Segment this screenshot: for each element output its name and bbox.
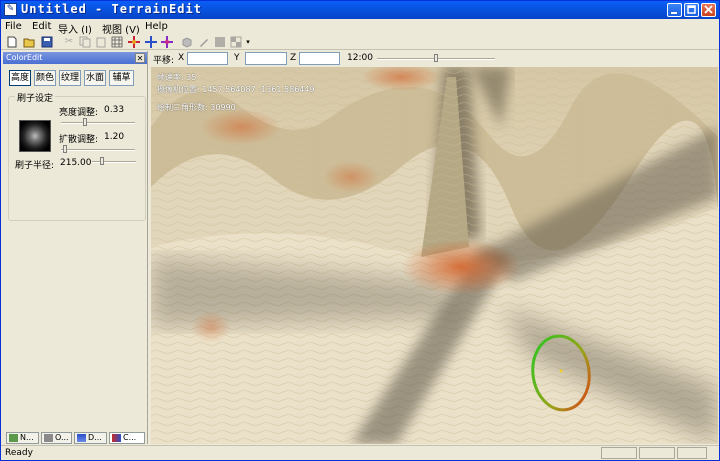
close-button[interactable] bbox=[701, 3, 716, 17]
minimize-button[interactable] bbox=[667, 3, 682, 17]
paste-icon[interactable] bbox=[95, 36, 107, 48]
brightness-value: 0.33 bbox=[104, 105, 125, 115]
hud-fps: 帧速率: 35 bbox=[157, 73, 197, 82]
dock-tab-o-label: O... bbox=[55, 433, 69, 442]
radius-slider-thumb[interactable] bbox=[99, 157, 104, 165]
app-icon: ✎ bbox=[4, 3, 17, 16]
spread-label: 扩散调整: bbox=[59, 135, 99, 145]
panel-title: ColorEdit ✕ bbox=[3, 52, 147, 64]
status-pane-2 bbox=[639, 447, 675, 459]
status-text: Ready bbox=[5, 448, 33, 458]
status-bar: Ready bbox=[1, 445, 719, 460]
time-slider-thumb[interactable] bbox=[434, 54, 438, 62]
panel-close-button[interactable]: ✕ bbox=[135, 53, 145, 63]
translate-label: 平移: bbox=[153, 56, 175, 66]
open-folder-icon[interactable] bbox=[23, 36, 35, 48]
x-input[interactable] bbox=[187, 52, 228, 65]
dock-tab-n-label: N... bbox=[20, 433, 34, 442]
maximize-icon bbox=[687, 5, 696, 14]
brush-icon[interactable] bbox=[198, 36, 210, 48]
tab-texture[interactable]: 纹理 bbox=[59, 70, 81, 86]
rotate-icon[interactable] bbox=[145, 36, 157, 48]
dock-tab-d-label: D... bbox=[88, 433, 102, 442]
time-value: 12:00 bbox=[347, 53, 373, 63]
y-label: Y bbox=[234, 53, 240, 63]
cube-icon[interactable] bbox=[181, 36, 193, 48]
dock-tab-c[interactable]: C... bbox=[109, 432, 145, 444]
dock-tab-n[interactable]: N... bbox=[6, 432, 39, 444]
brightness-slider-track[interactable] bbox=[61, 122, 135, 124]
brightness-slider-thumb[interactable] bbox=[83, 118, 88, 126]
copy-icon[interactable] bbox=[79, 36, 91, 48]
hud-triangle-count: 绘制三角形数: 30990 bbox=[157, 103, 236, 112]
z-input[interactable] bbox=[299, 52, 340, 65]
object-icon bbox=[44, 434, 53, 442]
title-bar[interactable]: ✎ Untitled - TerrainEdit bbox=[1, 1, 719, 19]
grid-icon[interactable] bbox=[111, 36, 123, 48]
tab-color[interactable]: 颜色 bbox=[34, 70, 56, 86]
dock-tab-d[interactable]: D... bbox=[74, 432, 107, 444]
radius-label: 刷子半径: bbox=[15, 161, 55, 171]
terrainedit-window: ✎ Untitled - TerrainEdit File Edit 导入 (I… bbox=[0, 0, 720, 461]
tab-grass[interactable]: 辅草 bbox=[109, 70, 134, 86]
hud-camera-position: 摄像机位置: 1457.564087 -1361.586449 bbox=[157, 85, 315, 94]
window-title: Untitled - TerrainEdit bbox=[21, 2, 202, 16]
tab-water[interactable]: 水面 bbox=[84, 70, 106, 86]
status-pane-3 bbox=[677, 447, 707, 459]
toolbar: ✂ ▾ bbox=[1, 34, 719, 50]
menu-edit[interactable]: Edit bbox=[32, 21, 51, 32]
close-icon bbox=[704, 5, 713, 14]
new-file-icon[interactable] bbox=[6, 36, 18, 48]
x-label: X bbox=[178, 53, 185, 63]
tab-height[interactable]: 高度 bbox=[9, 70, 31, 86]
dock-tab-c-label: C... bbox=[123, 433, 137, 442]
terrain-icon bbox=[77, 434, 86, 442]
checker-icon[interactable] bbox=[230, 36, 242, 48]
brush-cursor-center bbox=[559, 369, 563, 373]
dock-tab-o[interactable]: O... bbox=[41, 432, 72, 444]
brush-settings-label: 刷子设定 bbox=[15, 91, 56, 104]
dropdown-arrow-icon[interactable]: ▾ bbox=[242, 36, 254, 48]
move-icon[interactable] bbox=[128, 36, 140, 48]
spread-value: 1.20 bbox=[104, 132, 125, 142]
minimize-icon bbox=[671, 12, 677, 14]
color-icon bbox=[112, 434, 121, 442]
menu-help[interactable]: Help bbox=[145, 21, 168, 32]
panel-title-text: ColorEdit bbox=[6, 53, 43, 62]
square-icon[interactable] bbox=[214, 36, 226, 48]
z-label: Z bbox=[290, 53, 297, 63]
status-pane-1 bbox=[601, 447, 637, 459]
maximize-button[interactable] bbox=[684, 3, 699, 17]
transform-bar: 平移: X Y Z 12:00 bbox=[149, 51, 719, 66]
cut-icon[interactable]: ✂ bbox=[63, 36, 75, 48]
save-icon[interactable] bbox=[41, 36, 53, 48]
spread-slider-thumb[interactable] bbox=[62, 145, 67, 153]
terrain-render bbox=[151, 67, 718, 444]
brightness-label: 亮度调整: bbox=[59, 108, 99, 118]
radius-slider-track[interactable] bbox=[92, 161, 136, 163]
spread-slider-track[interactable] bbox=[61, 149, 135, 151]
y-input[interactable] bbox=[245, 52, 287, 65]
brush-preview bbox=[19, 120, 51, 152]
scale-icon[interactable] bbox=[161, 36, 173, 48]
menu-file[interactable]: File bbox=[5, 21, 22, 32]
radius-value: 215.00 bbox=[60, 158, 92, 168]
menu-bar: File Edit 导入 (I) 视图 (V) Help bbox=[1, 20, 719, 36]
terrain-viewport[interactable]: 帧速率: 35 摄像机位置: 1457.564087 -1361.586449 … bbox=[151, 67, 718, 444]
tree-icon bbox=[9, 434, 18, 442]
